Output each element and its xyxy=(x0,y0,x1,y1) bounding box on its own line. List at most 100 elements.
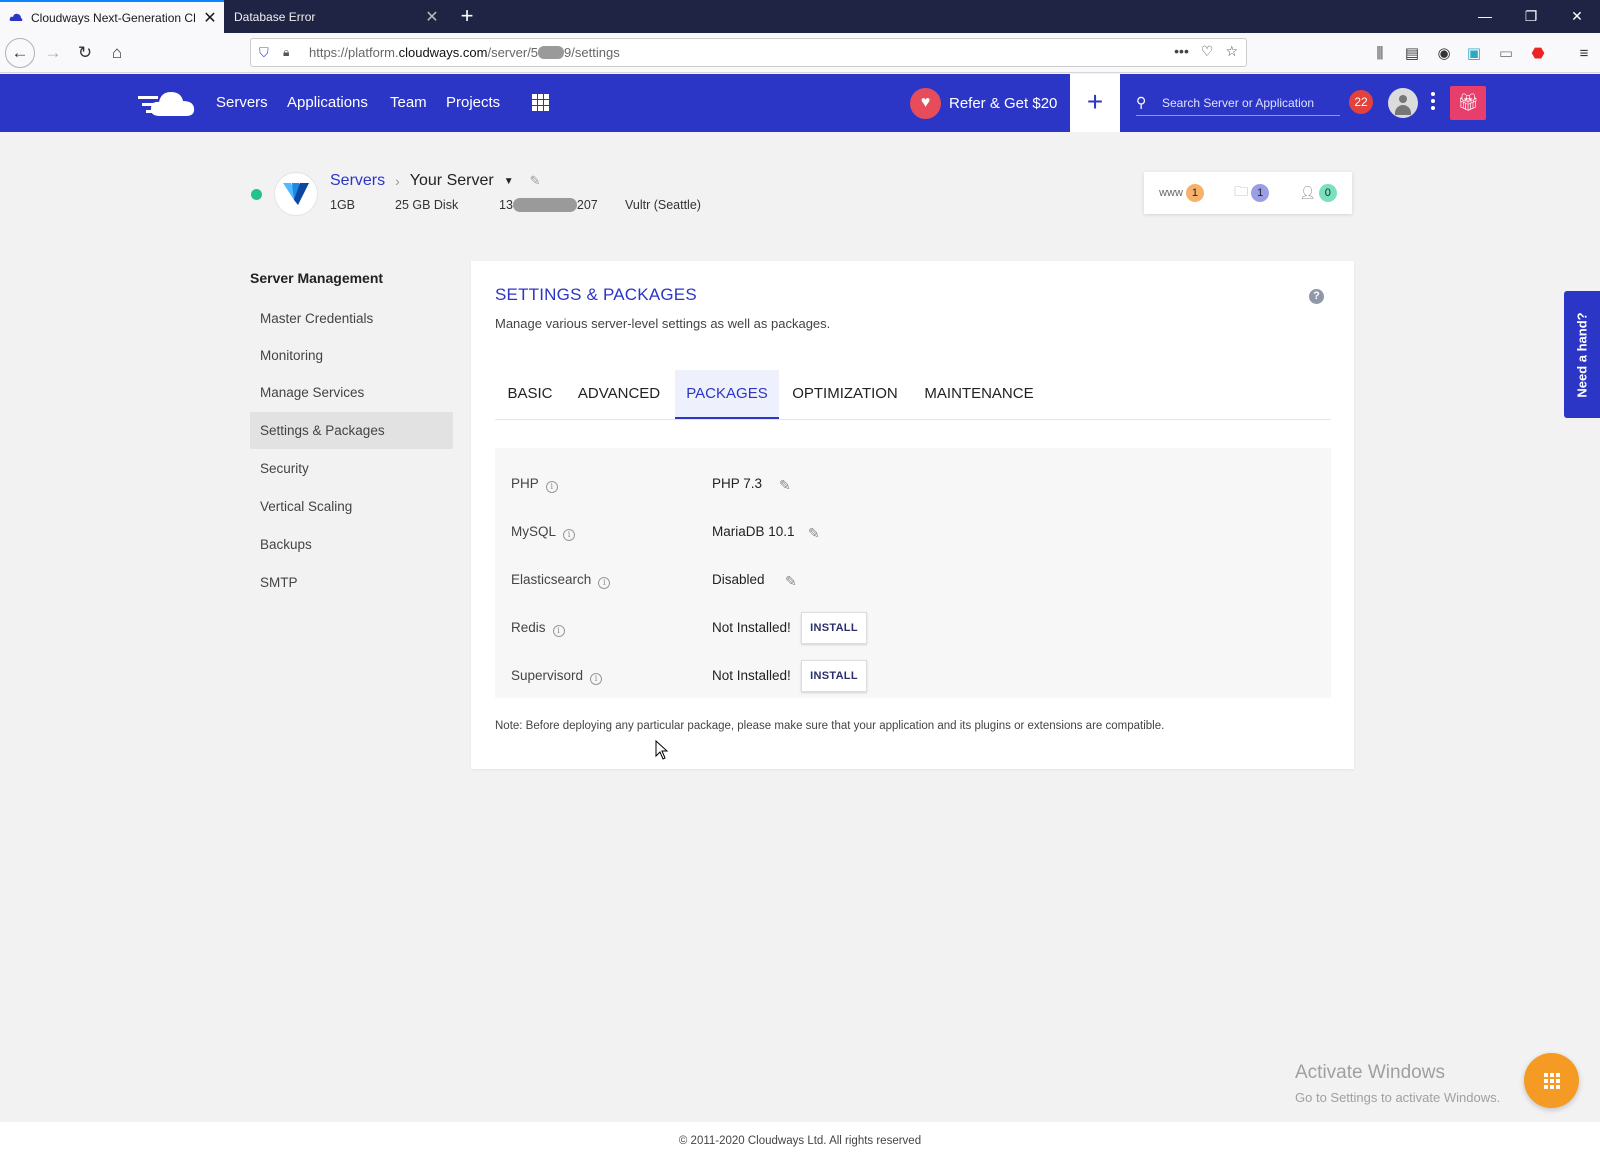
browser-tab-cloudways[interactable]: Cloudways Next-Generation Cl ✕ xyxy=(0,0,224,33)
sidebar-item-monitoring[interactable]: Monitoring xyxy=(250,337,453,374)
info-icon[interactable]: i xyxy=(563,529,576,541)
windows-activation-watermark: Activate Windows Go to Settings to activ… xyxy=(1295,1062,1501,1105)
edit-pencil-icon[interactable]: ✎ xyxy=(779,477,791,494)
server-provider: Vultr (Seattle) xyxy=(625,198,701,212)
package-row-php: PHP i PHP 7.3 ✎ xyxy=(495,460,1331,508)
server-status-indicator xyxy=(251,189,262,200)
server-name: Your Server xyxy=(409,172,494,189)
tab-maintenance[interactable]: MAINTENANCE xyxy=(911,370,1047,419)
nav-projects[interactable]: Projects xyxy=(446,74,500,132)
new-tab-icon[interactable]: + xyxy=(454,3,480,29)
sidebar-item-backups[interactable]: Backups xyxy=(250,526,453,563)
sidebar-toggle-icon[interactable]: ▤ xyxy=(1402,43,1422,63)
user-icon: 👤︎ xyxy=(1299,185,1316,200)
tab-basic[interactable]: BASIC xyxy=(495,370,565,419)
mouse-cursor-icon xyxy=(655,740,669,760)
package-label: Elasticsearch i xyxy=(511,556,611,604)
chevron-right-icon: › xyxy=(395,173,400,189)
tab-advanced[interactable]: ADVANCED xyxy=(565,370,673,419)
cloudways-logo-icon[interactable] xyxy=(138,86,198,120)
package-value: PHP 7.3 xyxy=(712,476,763,491)
server-size: 1GB xyxy=(330,198,356,212)
apps-grid-icon[interactable] xyxy=(532,94,549,111)
close-tab-icon[interactable]: ✕ xyxy=(196,8,224,28)
package-label: PHP i xyxy=(511,460,558,508)
reload-icon[interactable]: ↻ xyxy=(70,38,100,68)
url-bar[interactable]: ⛉ 🔒︎ https://platform.cloudways.com/serv… xyxy=(250,38,1247,67)
package-row-elasticsearch: Elasticsearch i Disabled ✎ xyxy=(495,556,1331,604)
help-icon[interactable]: ? xyxy=(1309,289,1324,304)
refer-button[interactable]: ♥ Refer & Get $20 xyxy=(910,87,1057,119)
cloudways-favicon-icon xyxy=(9,13,23,21)
search-icon: ⚲ xyxy=(1136,94,1147,110)
close-tab-icon[interactable]: ✕ xyxy=(418,7,446,27)
nav-servers[interactable]: Servers xyxy=(216,74,268,132)
package-row-supervisord: Supervisord i Not Installed! INSTALL xyxy=(495,652,1331,700)
sidebar-item-manage-services[interactable]: Manage Services xyxy=(250,374,453,411)
add-new-button[interactable]: + xyxy=(1070,74,1120,132)
settings-tabs: BASIC ADVANCED PACKAGES OPTIMIZATION MAI… xyxy=(495,370,1331,420)
package-value: MariaDB 10.1 xyxy=(712,524,795,539)
browser-tab-bar: Cloudways Next-Generation Cl ✕ Database … xyxy=(0,0,1600,33)
package-label: Supervisord i xyxy=(511,652,603,700)
server-disk: 25 GB Disk xyxy=(395,198,459,212)
tab-optimization[interactable]: OPTIMIZATION xyxy=(781,370,909,419)
server-ip: 13 207 xyxy=(499,198,598,212)
package-label: MySQL i xyxy=(511,508,576,556)
vultr-logo-icon xyxy=(274,172,318,216)
notification-badge[interactable]: 22 xyxy=(1349,90,1373,114)
package-value: Disabled xyxy=(712,572,765,587)
install-redis-button[interactable]: INSTALL xyxy=(801,612,867,644)
info-icon[interactable]: i xyxy=(552,625,565,637)
breadcrumb-servers[interactable]: Servers xyxy=(330,172,385,190)
www-count[interactable]: www 1 xyxy=(1159,184,1204,202)
close-window-icon[interactable]: ✕ xyxy=(1554,0,1600,33)
tracking-shield-icon[interactable]: ⛉ xyxy=(259,45,275,61)
sidebar-item-settings-packages[interactable]: Settings & Packages xyxy=(250,412,453,449)
adblock-extension-icon[interactable]: ⬣ xyxy=(1528,43,1548,63)
sidebar-item-vertical-scaling[interactable]: Vertical Scaling xyxy=(250,488,453,525)
apps-menu-fab-icon[interactable] xyxy=(1524,1053,1579,1108)
folder-extension-icon[interactable]: ▭ xyxy=(1496,43,1516,63)
bookmark-star-icon[interactable]: ☆ xyxy=(1225,43,1238,60)
user-avatar[interactable] xyxy=(1388,88,1418,118)
minimize-window-icon[interactable]: — xyxy=(1462,0,1508,33)
lock-icon[interactable]: 🔒︎ xyxy=(283,45,299,60)
folder-count[interactable]: 🗀︎ 1 xyxy=(1234,181,1270,205)
packages-panel: PHP i PHP 7.3 ✎ MySQL i MariaDB 10.1 ✎ Ela… xyxy=(495,448,1331,698)
install-supervisord-button[interactable]: INSTALL xyxy=(801,660,867,692)
sidebar-item-security[interactable]: Security xyxy=(250,450,453,487)
account-icon[interactable]: ◉ xyxy=(1434,43,1454,63)
library-icon[interactable]: ⫼ xyxy=(1370,43,1390,63)
edit-pencil-icon[interactable]: ✎ xyxy=(530,173,541,189)
browser-tab-database-error[interactable]: Database Error ✕ xyxy=(224,0,446,33)
users-count[interactable]: 👤︎ 0 xyxy=(1299,184,1337,202)
sidebar-item-master-credentials[interactable]: Master Credentials xyxy=(250,300,453,337)
forward-arrow-icon[interactable]: → xyxy=(38,38,68,68)
search-placeholder: Search Server or Application xyxy=(1162,95,1315,110)
save-extension-icon[interactable]: ▣ xyxy=(1464,43,1484,63)
edit-pencil-icon[interactable]: ✎ xyxy=(785,573,797,590)
search-input[interactable]: ⚲ Search Server or Application xyxy=(1136,90,1340,116)
heart-icon: ♥ xyxy=(910,87,941,119)
pocket-icon[interactable]: ♡ xyxy=(1201,43,1214,60)
back-arrow-icon[interactable]: ← xyxy=(5,38,35,68)
info-icon[interactable]: i xyxy=(545,481,558,493)
nav-team[interactable]: Team xyxy=(390,74,427,132)
tab-title: Database Error xyxy=(234,9,316,24)
tab-packages[interactable]: PACKAGES xyxy=(675,370,779,419)
info-icon[interactable]: i xyxy=(598,577,611,589)
page-actions-icon[interactable]: ••• xyxy=(1174,43,1189,60)
home-icon[interactable]: ⌂ xyxy=(102,38,132,68)
info-icon[interactable]: i xyxy=(590,673,603,685)
restore-window-icon[interactable]: ❐ xyxy=(1508,0,1554,33)
edit-pencil-icon[interactable]: ✎ xyxy=(808,525,820,542)
page-footer: © 2011-2020 Cloudways Ltd. All rights re… xyxy=(0,1122,1600,1160)
nav-applications[interactable]: Applications xyxy=(287,74,368,132)
sidebar-item-smtp[interactable]: SMTP xyxy=(250,564,453,601)
chevron-down-icon[interactable]: ▼ xyxy=(504,176,514,187)
more-options-icon[interactable] xyxy=(1430,92,1436,110)
gift-icon[interactable]: 🎁︎ xyxy=(1450,86,1486,120)
need-a-hand-tab[interactable]: Need a hand? xyxy=(1564,291,1600,418)
menu-hamburger-icon[interactable]: ≡ xyxy=(1574,43,1594,63)
